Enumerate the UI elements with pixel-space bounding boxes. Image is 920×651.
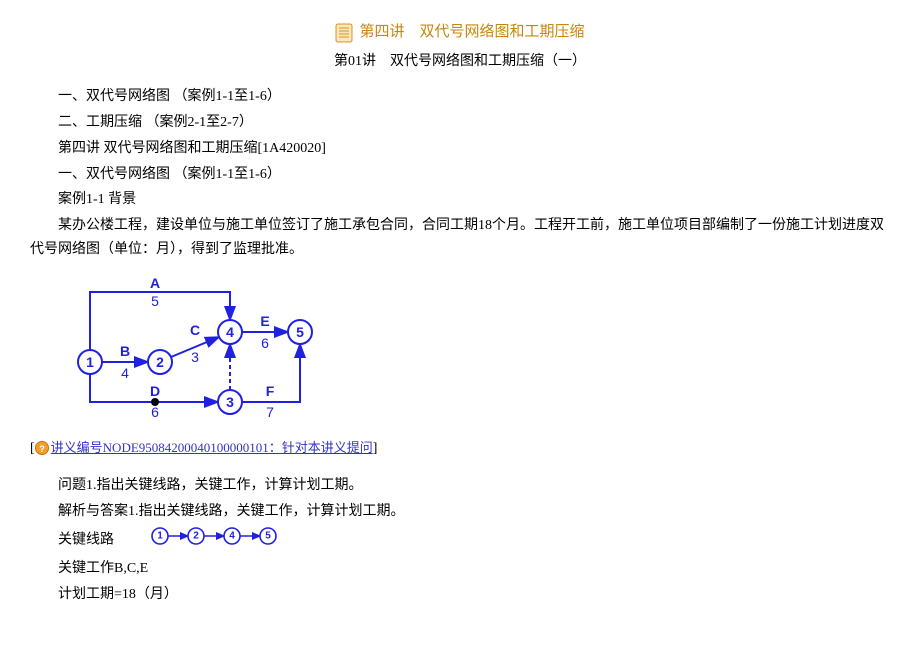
bracket-close: ] [373,441,378,456]
act-F-dur: 7 [266,404,274,420]
answer-1-line3: 关键工作B,C,E [30,557,890,581]
act-C-dur: 3 [191,349,199,365]
answer-1-line1: 解析与答案1.指出关键线路，关键工作，计算计划工期。 [30,500,890,524]
act-A-label: A [150,275,160,291]
cp-node-2: 2 [193,531,199,542]
outline-4: 一、双代号网络图 （案例1-1至1-6） [30,163,890,187]
node-4: 4 [226,324,234,340]
outline-1: 一、双代号网络图 （案例1-1至1-6） [30,85,890,109]
outline-3: 第四讲 双代号网络图和工期压缩[1A420020] [30,137,890,161]
node-3: 3 [226,394,234,410]
act-C-label: C [190,322,200,338]
case-body: 某办公楼工程，建设单位与施工单位签订了施工承包合同，合同工期18个月。工程开工前… [30,214,890,262]
outline-2: 二、工期压缩 （案例2-1至2-7） [30,111,890,135]
question-icon: ? [35,441,51,456]
node-5: 5 [296,324,304,340]
answer-1-line4: 计划工期=18（月） [30,583,890,607]
node-2: 2 [156,354,164,370]
subtitle-text: 第01讲 双代号网络图和工期压缩（一） [30,50,890,74]
act-F-label: F [266,383,275,399]
body: 一、双代号网络图 （案例1-1至1-6） 二、工期压缩 （案例2-1至2-7） … [30,85,890,262]
network-diagram: A 5 D 6 B 4 C 3 E 6 F 7 1 2 3 4 5 [60,272,890,431]
svg-text:?: ? [39,444,45,454]
critical-path-diagram: 1 2 4 5 [122,526,280,555]
critical-path-line: 关键线路 1 2 4 5 [30,526,890,555]
act-D-label: D [150,383,160,399]
question-1: 问题1.指出关键线路，关键工作，计算计划工期。 [30,474,890,498]
document-icon [335,20,353,46]
act-B-label: B [120,343,130,359]
feedback-row: [?讲义编号NODE95084200040100000101：针对本讲义提问] [30,437,890,461]
critical-path-label: 关键线路 [58,533,114,548]
act-E-dur: 6 [261,335,269,351]
act-E-label: E [260,313,269,329]
cp-node-4: 5 [265,531,271,542]
cp-node-1: 1 [157,531,163,542]
main-title-text: 第四讲 双代号网络图和工期压缩 [359,20,584,46]
act-D-dur: 6 [151,404,159,420]
act-A-dur: 5 [151,293,159,309]
feedback-link[interactable]: 讲义编号NODE95084200040100000101：针对本讲义提问 [51,440,373,455]
node-1: 1 [86,354,94,370]
qa-block: 问题1.指出关键线路，关键工作，计算计划工期。 解析与答案1.指出关键线路，关键… [30,474,890,606]
case-title: 案例1-1 背景 [30,188,890,212]
act-B-dur: 4 [121,365,129,381]
header: 第四讲 双代号网络图和工期压缩 第01讲 双代号网络图和工期压缩（一） [30,20,890,73]
cp-node-3: 4 [229,531,235,542]
main-title-row: 第四讲 双代号网络图和工期压缩 [335,20,584,46]
